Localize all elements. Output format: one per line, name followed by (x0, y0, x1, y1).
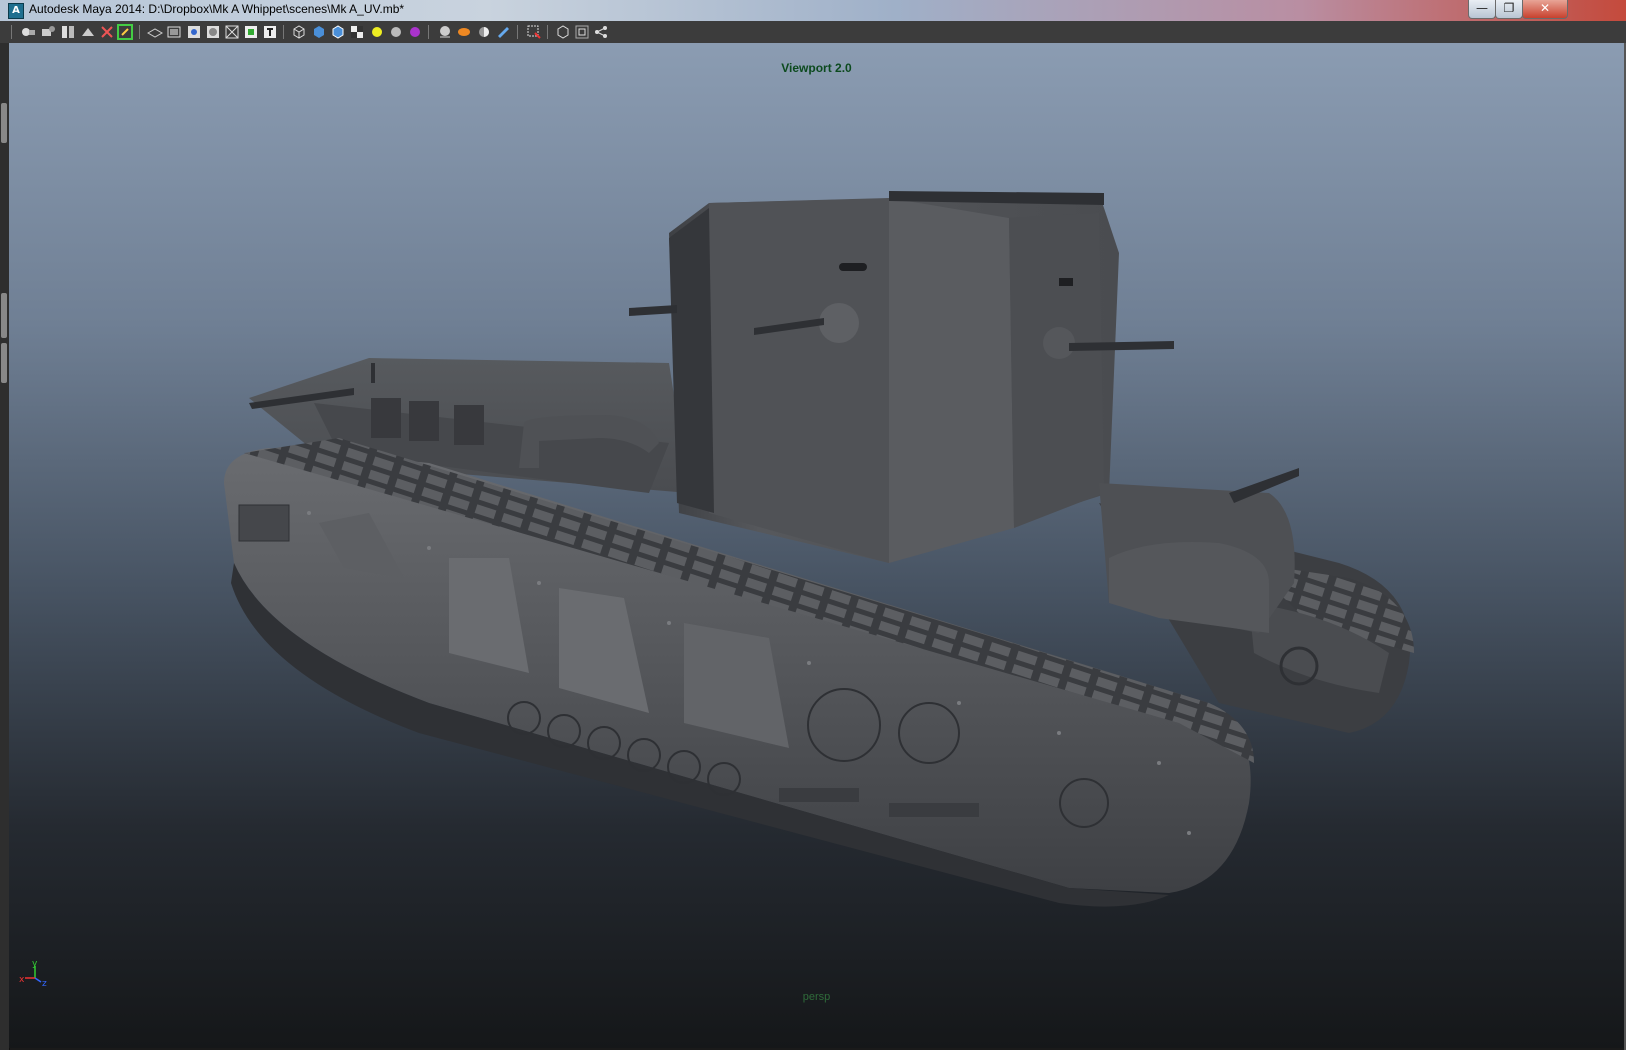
xray-icon[interactable] (526, 24, 542, 40)
bookmarks-icon[interactable] (60, 24, 76, 40)
isolate-select-icon[interactable] (495, 24, 511, 40)
tank-model[interactable] (9, 43, 1624, 1048)
axis-gizmo-icon: y x z (19, 959, 47, 989)
panel-toolbar (0, 21, 1626, 44)
axis-x-label: x (19, 975, 25, 985)
xray-joints-icon[interactable] (555, 24, 571, 40)
window-title-bar[interactable]: A Autodesk Maya 2014: D:\Dropbox\Mk A Wh… (0, 0, 1626, 22)
depth-of-field-icon[interactable] (476, 24, 492, 40)
wireframe-icon[interactable] (291, 24, 307, 40)
screen-space-ao-icon[interactable] (407, 24, 423, 40)
close-button[interactable]: ✕ (1522, 0, 1568, 19)
toolbar-grip[interactable] (11, 25, 12, 39)
restore-button[interactable]: ❐ (1495, 0, 1523, 19)
front-deck (1099, 468, 1299, 633)
axis-z-label: z (42, 979, 47, 989)
maya-app-icon[interactable]: A (8, 3, 24, 19)
xray-components-icon[interactable] (574, 24, 590, 40)
minimize-button[interactable]: — (1468, 0, 1496, 19)
shadows-icon[interactable] (388, 24, 404, 40)
resolution-gate-icon[interactable] (186, 24, 202, 40)
camera-name-label: persp (802, 991, 831, 1003)
film-gate-icon[interactable] (166, 24, 182, 40)
panel-splitter-handle[interactable] (1, 103, 7, 143)
smooth-shade-icon[interactable] (311, 24, 327, 40)
toolbar-separator (283, 25, 284, 39)
wireframe-on-shaded-icon[interactable] (330, 24, 346, 40)
safe-action-icon[interactable] (243, 24, 259, 40)
toolbar-separator (517, 25, 518, 39)
share-graph-icon[interactable] (593, 24, 609, 40)
panel-splitter-handle[interactable] (1, 293, 7, 338)
viewport-panel[interactable]: Viewport 2.0 y x z persp (9, 43, 1624, 1048)
select-camera-icon[interactable] (20, 24, 36, 40)
toolbar-separator (139, 25, 140, 39)
panel-splitter-handle[interactable] (1, 343, 7, 383)
field-chart-icon[interactable] (224, 24, 240, 40)
use-default-lighting-icon[interactable] (369, 24, 385, 40)
grease-pencil-icon[interactable] (117, 24, 133, 40)
axis-y-label: y (32, 959, 38, 969)
grid-icon[interactable] (147, 24, 163, 40)
textured-icon[interactable] (349, 24, 365, 40)
safe-title-icon[interactable] (262, 24, 278, 40)
two-d-pan-icon[interactable] (99, 24, 115, 40)
gate-mask-icon[interactable] (205, 24, 221, 40)
cab (629, 191, 1174, 563)
toolbar-separator (428, 25, 429, 39)
motion-blur-icon[interactable] (437, 24, 453, 40)
multisample-aa-icon[interactable] (456, 24, 472, 40)
camera-attributes-icon[interactable] (40, 24, 56, 40)
toolbar-separator (547, 25, 548, 39)
window-title: Autodesk Maya 2014: D:\Dropbox\Mk A Whip… (29, 2, 405, 16)
image-plane-icon[interactable] (80, 24, 96, 40)
